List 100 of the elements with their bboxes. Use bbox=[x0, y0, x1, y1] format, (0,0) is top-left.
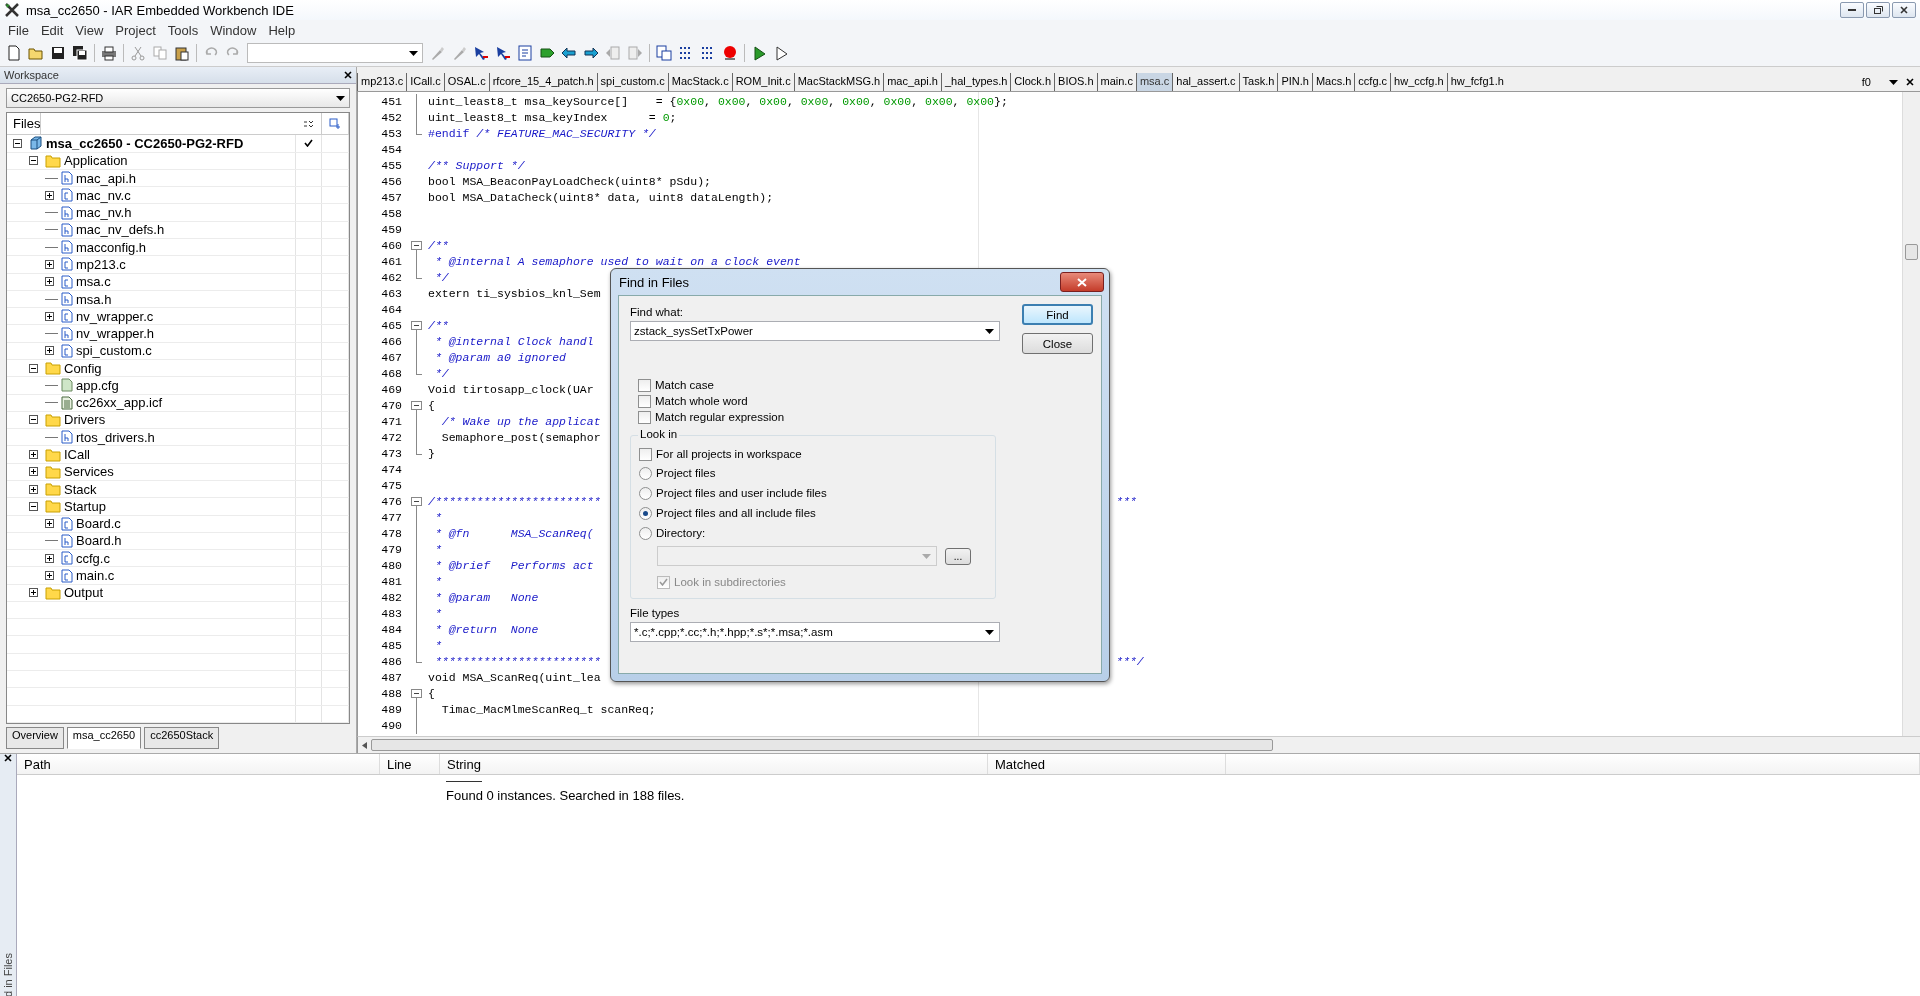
expand-toggle[interactable] bbox=[45, 346, 54, 356]
checkbox[interactable] bbox=[639, 447, 652, 461]
menu-item[interactable]: View bbox=[69, 22, 110, 38]
file-tab[interactable]: ROM_Init.c bbox=[731, 73, 794, 91]
expand-toggle[interactable] bbox=[45, 190, 54, 200]
tree-item[interactable]: mp213.c bbox=[76, 256, 126, 272]
window-icon[interactable] bbox=[517, 45, 533, 61]
tree-item[interactable]: ccfg.c bbox=[76, 550, 110, 566]
checkbox-label[interactable]: Match case bbox=[655, 379, 714, 391]
dropdown-arrow-icon[interactable] bbox=[409, 50, 418, 56]
expand-toggle[interactable] bbox=[45, 519, 54, 529]
open-folder-icon[interactable] bbox=[28, 45, 44, 61]
expand-toggle[interactable] bbox=[29, 450, 38, 460]
expand-toggle[interactable] bbox=[29, 501, 38, 511]
tree-item[interactable]: mac_nv_defs.h bbox=[76, 222, 165, 238]
close-icon[interactable] bbox=[4, 754, 12, 762]
radio-button[interactable] bbox=[639, 486, 652, 500]
file-tab[interactable]: spi_custom.c bbox=[596, 73, 668, 91]
menu-item[interactable]: File bbox=[2, 22, 35, 38]
arrow-left-icon[interactable] bbox=[561, 45, 577, 61]
file-tab[interactable]: PIN.h bbox=[1277, 73, 1312, 91]
tree-item[interactable]: ICall bbox=[64, 447, 90, 463]
fold-toggle[interactable] bbox=[411, 401, 422, 410]
checkbox[interactable] bbox=[638, 410, 651, 424]
file-tab[interactable]: rfcore_15_4_patch.h bbox=[488, 73, 597, 91]
expand-toggle[interactable] bbox=[29, 363, 38, 373]
expand-toggle[interactable] bbox=[45, 277, 54, 287]
radio-button[interactable] bbox=[639, 466, 652, 480]
tree-item[interactable]: mac_nv.c bbox=[76, 187, 131, 203]
checkbox-label[interactable]: Match whole word bbox=[655, 395, 748, 407]
menu-item[interactable]: Tools bbox=[161, 22, 205, 38]
file-tab[interactable]: mac_api.h bbox=[883, 73, 941, 91]
horizontal-scrollbar[interactable] bbox=[357, 736, 1920, 753]
tree-item[interactable]: Board.h bbox=[76, 533, 122, 549]
file-tab[interactable]: _hal_types.h bbox=[940, 73, 1011, 91]
function-dropdown[interactable]: f0 bbox=[1851, 76, 1881, 88]
sort-icon[interactable] bbox=[302, 118, 315, 129]
debug-icon[interactable] bbox=[773, 45, 789, 61]
file-tab[interactable]: ICall.c bbox=[406, 73, 444, 91]
tree-item[interactable]: nv_wrapper.h bbox=[76, 326, 155, 342]
radio-label[interactable]: Project files bbox=[656, 467, 716, 479]
expand-toggle[interactable] bbox=[29, 588, 38, 598]
pointer-icon[interactable] bbox=[495, 45, 511, 61]
dropdown-arrow-icon[interactable] bbox=[336, 95, 345, 101]
save-all-icon[interactable] bbox=[72, 45, 88, 61]
tree-item[interactable]: Board.c bbox=[76, 516, 121, 532]
expand-toggle[interactable] bbox=[45, 311, 54, 321]
column-header[interactable]: Line bbox=[387, 756, 412, 772]
tree-item[interactable]: Startup bbox=[64, 498, 106, 514]
file-tab[interactable]: main.c bbox=[1096, 73, 1136, 91]
workspace-tab[interactable]: msa_cc2650 bbox=[66, 727, 142, 749]
vertical-scrollbar[interactable] bbox=[1902, 92, 1920, 736]
arrow-right-icon[interactable] bbox=[583, 45, 599, 61]
tree-item[interactable]: app.cfg bbox=[76, 377, 119, 393]
file-tab[interactable]: MacStackMSG.h bbox=[793, 73, 884, 91]
stop-icon[interactable] bbox=[722, 45, 738, 61]
radio-label[interactable]: Project files and user include files bbox=[656, 487, 827, 499]
expand-toggle[interactable] bbox=[13, 138, 22, 148]
checkbox[interactable] bbox=[638, 378, 651, 392]
tree-item[interactable]: spi_custom.c bbox=[76, 343, 152, 359]
dropdown-arrow-icon[interactable] bbox=[985, 629, 994, 635]
configuration-dropdown[interactable]: CC2650-PG2-RFD bbox=[6, 88, 350, 108]
tree-item[interactable]: macconfig.h bbox=[76, 239, 147, 255]
menu-item[interactable]: Window bbox=[204, 22, 263, 38]
tree-item[interactable]: msa_cc2650 - CC2650-PG2-RFD bbox=[46, 135, 244, 151]
marker-icon[interactable] bbox=[429, 45, 445, 61]
tree-item[interactable]: nv_wrapper.c bbox=[76, 308, 154, 324]
marker-icon[interactable] bbox=[451, 45, 467, 61]
file-tab[interactable]: Clock.h bbox=[1010, 73, 1055, 91]
fold-toggle[interactable] bbox=[411, 321, 422, 330]
restore-icon[interactable] bbox=[1873, 6, 1883, 14]
compile-icon[interactable] bbox=[656, 45, 672, 61]
expand-toggle[interactable] bbox=[45, 259, 54, 269]
checkbox[interactable] bbox=[638, 394, 651, 408]
file-tab[interactable]: MacStack.c bbox=[667, 73, 732, 91]
file-tab[interactable]: hw_fcfg1.h bbox=[1446, 73, 1507, 91]
radio-button[interactable] bbox=[639, 526, 652, 540]
radio-button[interactable] bbox=[639, 506, 652, 520]
tree-item[interactable]: msa.h bbox=[76, 291, 112, 307]
radio-label[interactable]: Directory: bbox=[656, 527, 706, 539]
menu-item[interactable]: Help bbox=[262, 22, 302, 38]
tree-item[interactable]: rtos_drivers.h bbox=[76, 429, 155, 445]
expand-toggle[interactable] bbox=[45, 571, 54, 580]
dropdown-arrow-icon[interactable] bbox=[985, 328, 994, 334]
file-tab[interactable]: Task.h bbox=[1238, 73, 1278, 91]
tree-item[interactable]: mac_api.h bbox=[76, 170, 136, 186]
expand-toggle[interactable] bbox=[45, 553, 54, 563]
workspace-tab[interactable]: Overview bbox=[6, 727, 64, 749]
tree-item[interactable]: Config bbox=[64, 360, 102, 376]
menu-item[interactable]: Project bbox=[109, 22, 162, 38]
file-tab[interactable]: BIOS.h bbox=[1054, 73, 1097, 91]
file-tab[interactable]: hal_assert.c bbox=[1172, 73, 1239, 91]
workspace-tab[interactable]: cc2650Stack bbox=[144, 727, 220, 749]
scroll-left-icon[interactable] bbox=[362, 741, 367, 749]
close-button[interactable] bbox=[1060, 272, 1104, 292]
tree-item[interactable]: main.c bbox=[76, 568, 115, 583]
dialog-button[interactable]: Close bbox=[1022, 333, 1093, 354]
expand-toggle[interactable] bbox=[29, 156, 38, 166]
print-icon[interactable] bbox=[101, 45, 117, 61]
file-tab[interactable]: OSAL.c bbox=[443, 73, 489, 91]
